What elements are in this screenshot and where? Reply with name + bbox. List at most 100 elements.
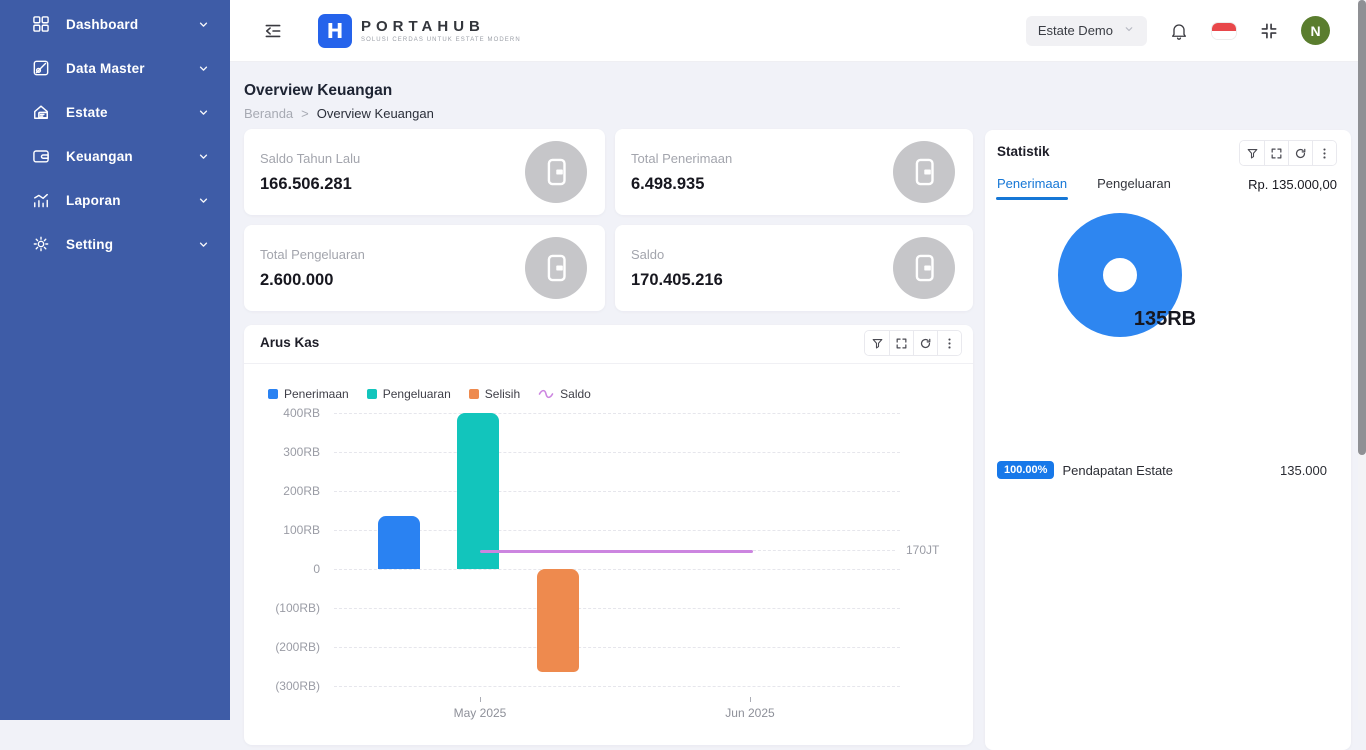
filter-button[interactable] [1240,141,1264,165]
header: H PORTAHUB SOLUSI CERDAS UNTUK ESTATE MO… [230,0,1366,62]
sidebar-item-estate[interactable]: Estate [0,90,230,134]
gridline [334,413,900,414]
scrollbar-thumb[interactable] [1358,0,1366,455]
breadcrumb-separator: > [301,106,309,121]
donut-center-label: 135RB [1058,308,1272,331]
chevron-down-icon [192,189,214,211]
gridline [753,550,895,551]
sidebar-item-label: Dashboard [66,17,138,32]
gridline [334,608,900,609]
statistik-amount: Rp. 135.000,00 [1248,177,1337,192]
logo-mark-icon: H [318,14,352,48]
wallet-card-icon [893,237,955,299]
tab-penerimaan[interactable]: Penerimaan [997,176,1067,200]
expand-button[interactable] [1264,141,1288,165]
tab-pengeluaran[interactable]: Pengeluaran [1097,176,1171,200]
y-axis-tick: (200RB) [250,640,320,654]
y-axis-tick: 400RB [250,406,320,420]
stat-card: Saldo Tahun Lalu 166.506.281 [244,129,605,215]
bar-selisih [537,569,579,672]
bar-pengeluaran [457,413,499,569]
gear-icon [30,233,52,255]
statistik-tabs: Penerimaan Pengeluaran [997,176,1171,200]
sidebar-menu: Dashboard Data Master Estate Keuangan Lapora… [0,0,230,266]
estate-icon [30,101,52,123]
more-button[interactable] [1312,141,1336,165]
sidebar-item-label: Data Master [66,61,145,76]
sidebar-item-setting[interactable]: Setting [0,222,230,266]
y-axis-tick: 0 [250,562,320,576]
sidebar-item-laporan[interactable]: Laporan [0,178,230,222]
stat-card-label: Saldo Tahun Lalu [260,151,360,166]
wallet-icon [30,145,52,167]
stat-card-value: 170.405.216 [631,271,723,290]
menu-fold-icon[interactable] [260,18,286,44]
chevron-down-icon [192,57,214,79]
sidebar-item-label: Laporan [66,193,121,208]
estate-selector-label: Estate Demo [1038,23,1113,38]
chevron-down-icon [1123,23,1135,38]
x-axis-label: Jun 2025 [705,706,795,720]
stat-card-value: 166.506.281 [260,175,360,194]
gridline [334,491,900,492]
sidebar-item-data-master[interactable]: Data Master [0,46,230,90]
bell-icon[interactable] [1169,21,1189,41]
estate-selector[interactable]: Estate Demo [1026,16,1147,46]
gridline [334,647,900,648]
y-axis-tick: 300RB [250,445,320,459]
stat-card-label: Total Pengeluaran [260,247,365,262]
sidebar-item-dashboard[interactable]: Dashboard [0,2,230,46]
line-saldo [480,550,753,553]
y-axis-tick: 100RB [250,523,320,537]
x-axis-label: May 2025 [435,706,525,720]
brand-name: PORTAHUB [361,18,521,35]
wallet-card-icon [525,237,587,299]
breadcrumb-current: Overview Keuangan [317,106,434,121]
stat-card: Total Penerimaan 6.498.935 [615,129,973,215]
statistik-title: Statistik [997,144,1050,159]
stat-card-value: 2.600.000 [260,271,365,290]
statistik-rows: 100.00% Pendapatan Estate 135.000 [985,458,1351,482]
y-axis-tick: (100RB) [250,601,320,615]
chevron-down-icon [192,101,214,123]
stat-card-value: 6.498.935 [631,175,732,194]
stat-card-label: Saldo [631,247,723,262]
wallet-card-icon [893,141,955,203]
stat-card: Total Pengeluaran 2.600.000 [244,225,605,311]
statistik-row-value: 135.000 [1280,463,1337,478]
card-toolbar [1239,140,1337,166]
x-axis-tick [480,697,481,702]
logo: H PORTAHUB SOLUSI CERDAS UNTUK ESTATE MO… [318,14,521,48]
sidebar-item-keuangan[interactable]: Keuangan [0,134,230,178]
statistik-row-label: Pendapatan Estate [1062,463,1173,478]
dashboard-icon [30,13,52,35]
gridline [334,569,900,570]
chevron-down-icon [192,13,214,35]
wallet-card-icon [525,141,587,203]
y-axis-tick: 200RB [250,484,320,498]
breadcrumb-home[interactable]: Beranda [244,106,293,121]
statistik-card: Statistik Penerimaan Pengeluaran Rp. 135.… [985,130,1351,750]
x-axis-tick [750,697,751,702]
data-master-icon [30,57,52,79]
percent-badge: 100.00% [997,461,1054,479]
avatar[interactable]: N [1301,16,1330,45]
y-axis-tick: (300RB) [250,679,320,693]
gridline [334,452,900,453]
stat-card-label: Total Penerimaan [631,151,732,166]
stat-card: Saldo 170.405.216 [615,225,973,311]
arus-kas-card: Arus Kas PenerimaanPengeluaranSelisihSal… [244,325,973,745]
compress-icon[interactable] [1259,21,1279,41]
gridline [334,686,900,687]
statistik-row[interactable]: 100.00% Pendapatan Estate 135.000 [985,458,1351,482]
refresh-button[interactable] [1288,141,1312,165]
scrollbar-track[interactable] [1358,0,1366,720]
sidebar: Dashboard Data Master Estate Keuangan Lapora… [0,0,230,720]
sidebar-item-label: Estate [66,105,108,120]
chevron-down-icon [192,233,214,255]
bar-chart: 400RB 300RB 200RB 100RB 0 (100RB) (200RB) (300R… [244,325,973,745]
brand-tagline: SOLUSI CERDAS UNTUK ESTATE MODERN [361,37,521,43]
chevron-down-icon [192,145,214,167]
sidebar-item-label: Keuangan [66,149,133,164]
indonesia-flag-icon[interactable] [1211,22,1237,40]
